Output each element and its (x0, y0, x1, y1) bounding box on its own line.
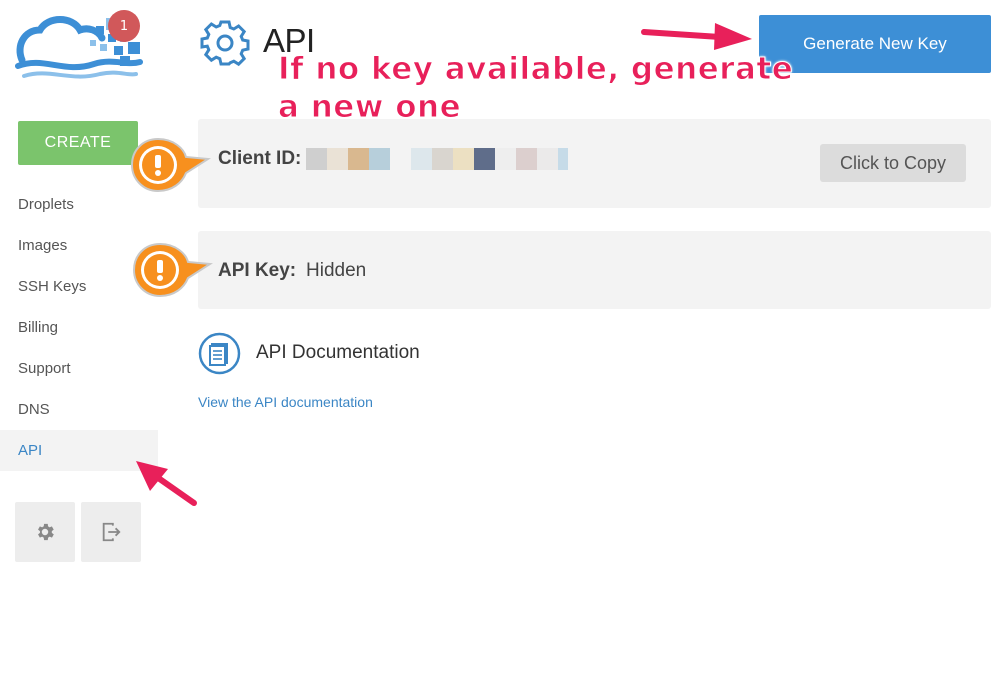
sidebar-item-support[interactable]: Support (0, 348, 158, 389)
generate-new-key-button[interactable]: Generate New Key (759, 15, 991, 73)
sidebar-nav: Droplets Images SSH Keys Billing Support… (0, 184, 158, 471)
logout-icon (102, 522, 121, 542)
gear-icon (38, 523, 54, 541)
annotation-arrow-icon (136, 461, 197, 506)
warning-icon (132, 242, 214, 298)
api-documentation-link[interactable]: View the API documentation (198, 394, 373, 410)
logout-button[interactable] (81, 502, 141, 562)
settings-button[interactable] (15, 502, 75, 562)
client-id-label: Client ID: (218, 148, 302, 169)
annotation-arrow-icon (641, 23, 752, 50)
api-key-value: Hidden (306, 260, 367, 281)
annotation-text: If no key available, generate a new one (277, 51, 794, 126)
document-icon (198, 332, 241, 375)
notification-badge[interactable]: 1 (108, 10, 140, 42)
sidebar-item-dns[interactable]: DNS (0, 389, 158, 430)
sidebar-item-billing[interactable]: Billing (0, 307, 158, 348)
create-button[interactable]: CREATE (18, 121, 138, 165)
client-id-panel: Client ID: Click to Copy (198, 119, 991, 208)
api-key-panel: API Key: Hidden (198, 231, 991, 309)
warning-icon (130, 137, 212, 193)
copy-button[interactable]: Click to Copy (820, 144, 966, 182)
gear-icon (200, 18, 250, 68)
client-id-value-obscured (306, 148, 568, 170)
api-key-label: API Key: (218, 260, 297, 281)
api-documentation-title: API Documentation (256, 342, 420, 363)
